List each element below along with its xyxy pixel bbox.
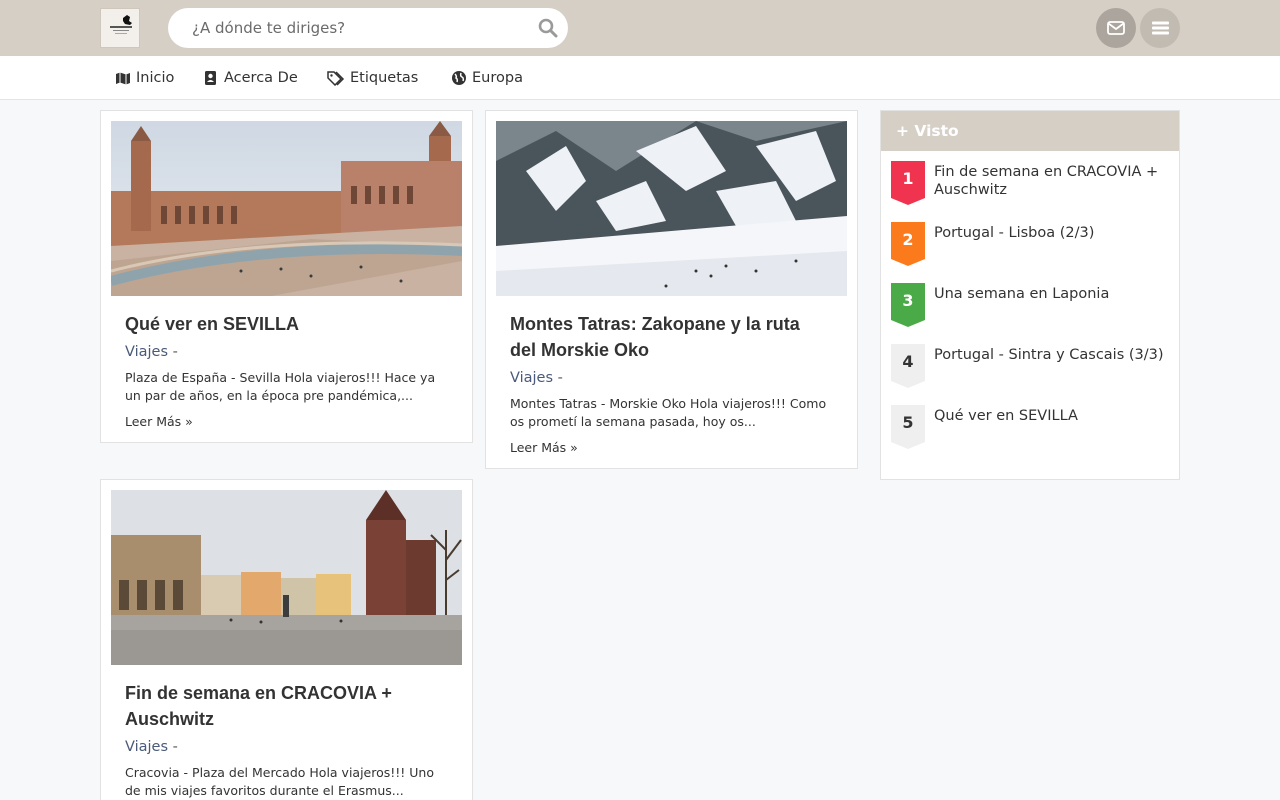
rank-number: 1 <box>902 169 914 188</box>
envelope-icon <box>1107 21 1125 35</box>
nav-item-inicio[interactable]: Inicio <box>115 56 174 100</box>
post-category[interactable]: Viajes - <box>125 739 178 755</box>
nav-label: Etiquetas <box>350 70 419 86</box>
post-excerpt: Cracovia - Plaza del Mercado Hola viajer… <box>125 765 434 798</box>
main-nav: Inicio Acerca De Etiquetas Europa <box>0 56 1280 100</box>
rank-number: 3 <box>902 291 914 310</box>
post-excerpt: Plaza de España - Sevilla Hola viajeros!… <box>125 370 436 403</box>
popular-post-title[interactable]: Una semana en Laponia <box>934 285 1169 303</box>
read-more-link[interactable]: Leer Más » <box>125 414 193 429</box>
map-icon <box>116 72 130 85</box>
nav-label: Acerca De <box>224 70 298 86</box>
nav-label: Europa <box>472 70 523 86</box>
category-label[interactable]: Viajes <box>125 344 168 360</box>
menu-button[interactable] <box>1140 8 1180 48</box>
contact-button[interactable] <box>1096 8 1136 48</box>
post-thumbnail[interactable] <box>111 121 462 296</box>
search-icon[interactable] <box>538 18 558 38</box>
rank-badge: 1 <box>891 161 925 205</box>
post-card: Fin de semana en CRACOVIA + Auschwitz Vi… <box>100 479 473 800</box>
category-label[interactable]: Viajes <box>125 739 168 755</box>
popular-posts-widget: + Visto 1 Fin de semana en CRACOVIA + Aus… <box>880 110 1180 480</box>
logo-image <box>101 9 139 47</box>
top-header <box>0 0 1280 56</box>
popular-post-title[interactable]: Fin de semana en CRACOVIA + Auschwitz <box>934 163 1169 199</box>
post-category[interactable]: Viajes - <box>125 344 178 360</box>
rank-badge: 3 <box>891 283 925 327</box>
tags-icon <box>327 71 345 86</box>
nav-item-europa[interactable]: Europa <box>451 56 523 100</box>
post-title[interactable]: Fin de semana en CRACOVIA + Auschwitz <box>125 680 445 732</box>
widget-title: + Visto <box>881 111 1179 151</box>
rank-number: 4 <box>902 352 914 371</box>
rank-number: 2 <box>902 230 914 249</box>
popular-post-title[interactable]: Portugal - Sintra y Cascais (3/3) <box>934 346 1169 364</box>
popular-post-title[interactable]: Qué ver en SEVILLA <box>934 407 1169 425</box>
popular-post-title[interactable]: Portugal - Lisboa (2/3) <box>934 224 1169 242</box>
site-logo[interactable] <box>100 8 140 48</box>
hamburger-icon <box>1151 21 1169 35</box>
post-thumbnail[interactable] <box>496 121 847 296</box>
cracovia-photo <box>111 490 462 665</box>
nav-label: Inicio <box>136 70 175 86</box>
post-category[interactable]: Viajes - <box>510 370 563 386</box>
sevilla-photo <box>111 121 462 296</box>
globe-icon <box>452 71 466 85</box>
post-card: Qué ver en SEVILLA Viajes - Plaza de Esp… <box>100 110 473 443</box>
user-icon <box>205 71 216 85</box>
post-thumbnail[interactable] <box>111 490 462 665</box>
read-more-link[interactable]: Leer Más » <box>510 440 578 455</box>
category-label[interactable]: Viajes <box>510 370 553 386</box>
post-title[interactable]: Montes Tatras: Zakopane y la ruta del Mo… <box>510 311 830 363</box>
post-excerpt: Montes Tatras - Morskie Oko Hola viajero… <box>510 396 827 429</box>
rank-number: 5 <box>902 413 914 432</box>
search-input[interactable] <box>192 8 522 48</box>
rank-badge: 5 <box>891 405 925 449</box>
tatras-photo <box>496 121 847 296</box>
nav-item-acerca-de[interactable]: Acerca De <box>203 56 298 100</box>
post-card: Montes Tatras: Zakopane y la ruta del Mo… <box>485 110 858 469</box>
search-bar <box>168 8 568 48</box>
rank-badge: 4 <box>891 344 925 388</box>
post-title[interactable]: Qué ver en SEVILLA <box>125 311 445 337</box>
rank-badge: 2 <box>891 222 925 266</box>
nav-item-etiquetas[interactable]: Etiquetas <box>327 56 418 100</box>
